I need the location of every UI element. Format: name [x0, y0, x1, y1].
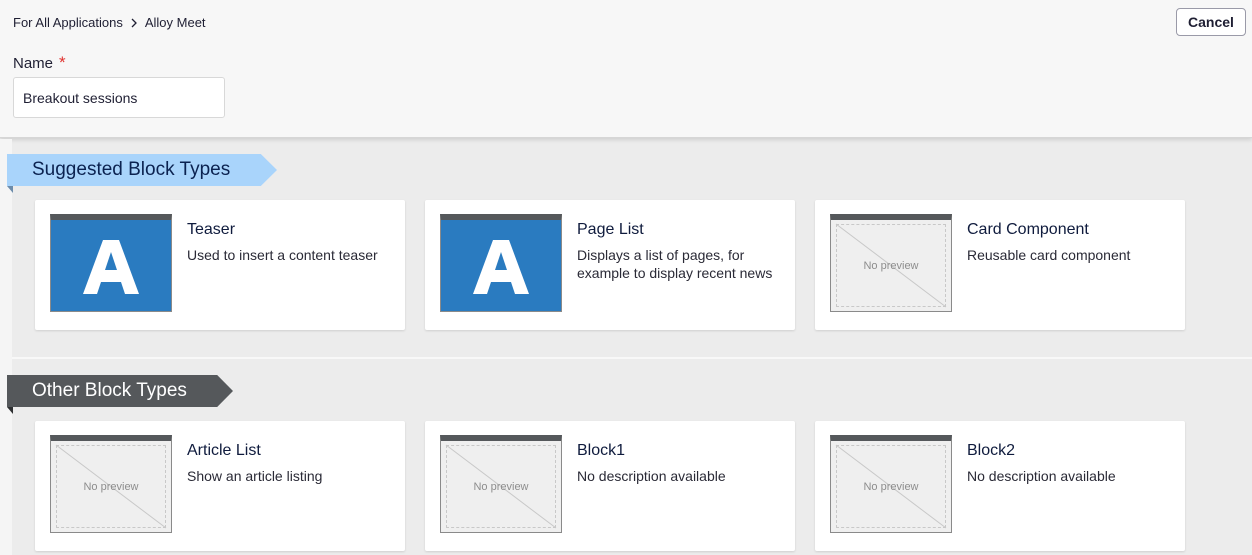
- cancel-button[interactable]: Cancel: [1176, 8, 1246, 36]
- block-type-card-page-list[interactable]: Page List Displays a list of pages, for …: [425, 200, 795, 330]
- no-preview-text: No preview: [863, 480, 919, 493]
- block-type-card-teaser[interactable]: Teaser Used to insert a content teaser: [35, 200, 405, 330]
- header-bar: For All Applications Alloy Meet Cancel N…: [0, 0, 1252, 138]
- card-title: Block1: [577, 442, 626, 459]
- block-preview-thumbnail: [50, 214, 172, 312]
- no-preview-thumbnail: No preview: [830, 435, 952, 533]
- section-title-suggested: Suggested Block Types: [7, 154, 277, 186]
- no-preview-text: No preview: [83, 480, 139, 493]
- ribbon-fold: [7, 407, 13, 414]
- no-preview-thumbnail: No preview: [50, 435, 172, 533]
- block-preview-thumbnail: [440, 214, 562, 312]
- letter-a-icon: [441, 220, 561, 311]
- no-preview-thumbnail: No preview: [440, 435, 562, 533]
- required-indicator: *: [59, 53, 66, 72]
- name-input[interactable]: [13, 77, 225, 118]
- block-type-card-card-component[interactable]: No preview Card Component Reusable card …: [815, 200, 1185, 330]
- letter-a-icon: [51, 220, 171, 311]
- card-title: Card Component: [967, 221, 1089, 238]
- card-description: No description available: [967, 468, 1116, 484]
- chevron-right-icon: [127, 16, 141, 30]
- card-title: Article List: [187, 442, 261, 459]
- section-title-other: Other Block Types: [7, 375, 233, 407]
- card-title: Page List: [577, 221, 644, 238]
- section-divider: [12, 357, 1252, 359]
- card-description: No description available: [577, 468, 726, 484]
- breadcrumb-item-alloy-meet[interactable]: Alloy Meet: [145, 15, 206, 30]
- block-type-card-block2[interactable]: No preview Block2 No description availab…: [815, 421, 1185, 551]
- ribbon-fold: [7, 186, 13, 193]
- block-type-card-article-list[interactable]: No preview Article List Show an article …: [35, 421, 405, 551]
- breadcrumb: For All Applications Alloy Meet: [13, 15, 206, 30]
- no-preview-thumbnail: No preview: [830, 214, 952, 312]
- name-label-text: Name: [13, 55, 54, 72]
- card-description: Displays a list of pages, for example to…: [577, 247, 773, 281]
- card-title: Block2: [967, 442, 1016, 459]
- card-description: Reusable card component: [967, 247, 1131, 263]
- card-description: Used to insert a content teaser: [187, 247, 378, 263]
- card-description: Show an article listing: [187, 468, 323, 484]
- no-preview-text: No preview: [473, 480, 529, 493]
- block-type-card-block1[interactable]: No preview Block1 No description availab…: [425, 421, 795, 551]
- name-field-label: Name *: [13, 53, 66, 73]
- no-preview-text: No preview: [863, 259, 919, 272]
- breadcrumb-item-for-all-applications[interactable]: For All Applications: [13, 15, 123, 30]
- left-strip: [0, 139, 12, 555]
- card-title: Teaser: [187, 221, 236, 238]
